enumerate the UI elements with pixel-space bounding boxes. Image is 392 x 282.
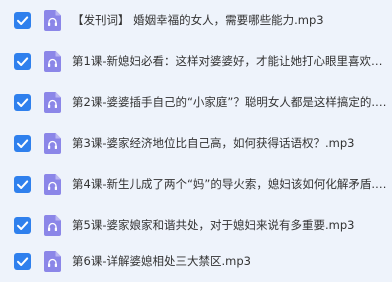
file-name: 第2课-婆婆插手自己的“小家庭”？聪明女人都是这样搞定的.mp3: [72, 95, 390, 109]
list-item[interactable]: 第3课-婆家经济地位比自己高，如何获得话语权？.mp3: [0, 123, 392, 164]
audio-file-icon: [44, 92, 61, 113]
checkbox[interactable]: [14, 135, 31, 152]
checkmark-icon: [17, 16, 29, 25]
checkbox[interactable]: [14, 53, 31, 70]
checkbox[interactable]: [14, 253, 31, 270]
checkmark-icon: [17, 98, 29, 107]
audio-file-icon: [44, 174, 61, 195]
list-item[interactable]: 第5课-婆家娘家和谐共处，对于媳妇来说有多重要.mp3: [0, 205, 392, 246]
checkmark-icon: [17, 221, 29, 230]
audio-file-icon: [44, 251, 61, 272]
file-name: 【发刊词】 婚姻幸福的女人，需要哪些能力.mp3: [72, 13, 324, 27]
checkbox[interactable]: [14, 94, 31, 111]
file-list: 【发刊词】 婚姻幸福的女人，需要哪些能力.mp3 第1课-新媳妇必看：这样对婆婆…: [0, 0, 392, 282]
file-name: 第1课-新媳妇必看：这样对婆婆好，才能让她打心眼里喜欢你.mp3: [72, 54, 390, 68]
audio-file-icon: [44, 215, 61, 236]
checkmark-icon: [17, 180, 29, 189]
checkmark-icon: [17, 139, 29, 148]
list-item[interactable]: 第4课-新生儿成了两个“妈”的导火索，媳妇该如何化解矛盾.mp3: [0, 164, 392, 205]
checkbox[interactable]: [14, 217, 31, 234]
file-name: 第6课-详解婆媳相处三大禁区.mp3: [72, 254, 251, 268]
file-name: 第3课-婆家经济地位比自己高，如何获得话语权？.mp3: [72, 136, 355, 150]
file-name: 第5课-婆家娘家和谐共处，对于媳妇来说有多重要.mp3: [72, 218, 355, 232]
checkmark-icon: [17, 257, 29, 266]
audio-file-icon: [44, 10, 61, 31]
list-item[interactable]: 第2课-婆婆插手自己的“小家庭”？聪明女人都是这样搞定的.mp3: [0, 82, 392, 123]
list-item[interactable]: 第1课-新媳妇必看：这样对婆婆好，才能让她打心眼里喜欢你.mp3: [0, 41, 392, 82]
audio-file-icon: [44, 133, 61, 154]
list-item[interactable]: 第6课-详解婆媳相处三大禁区.mp3: [0, 241, 392, 282]
checkbox[interactable]: [14, 12, 31, 29]
checkbox[interactable]: [14, 176, 31, 193]
audio-file-icon: [44, 51, 61, 72]
file-name: 第4课-新生儿成了两个“妈”的导火索，媳妇该如何化解矛盾.mp3: [72, 177, 390, 191]
list-item[interactable]: 【发刊词】 婚姻幸福的女人，需要哪些能力.mp3: [0, 0, 392, 41]
checkmark-icon: [17, 57, 29, 66]
